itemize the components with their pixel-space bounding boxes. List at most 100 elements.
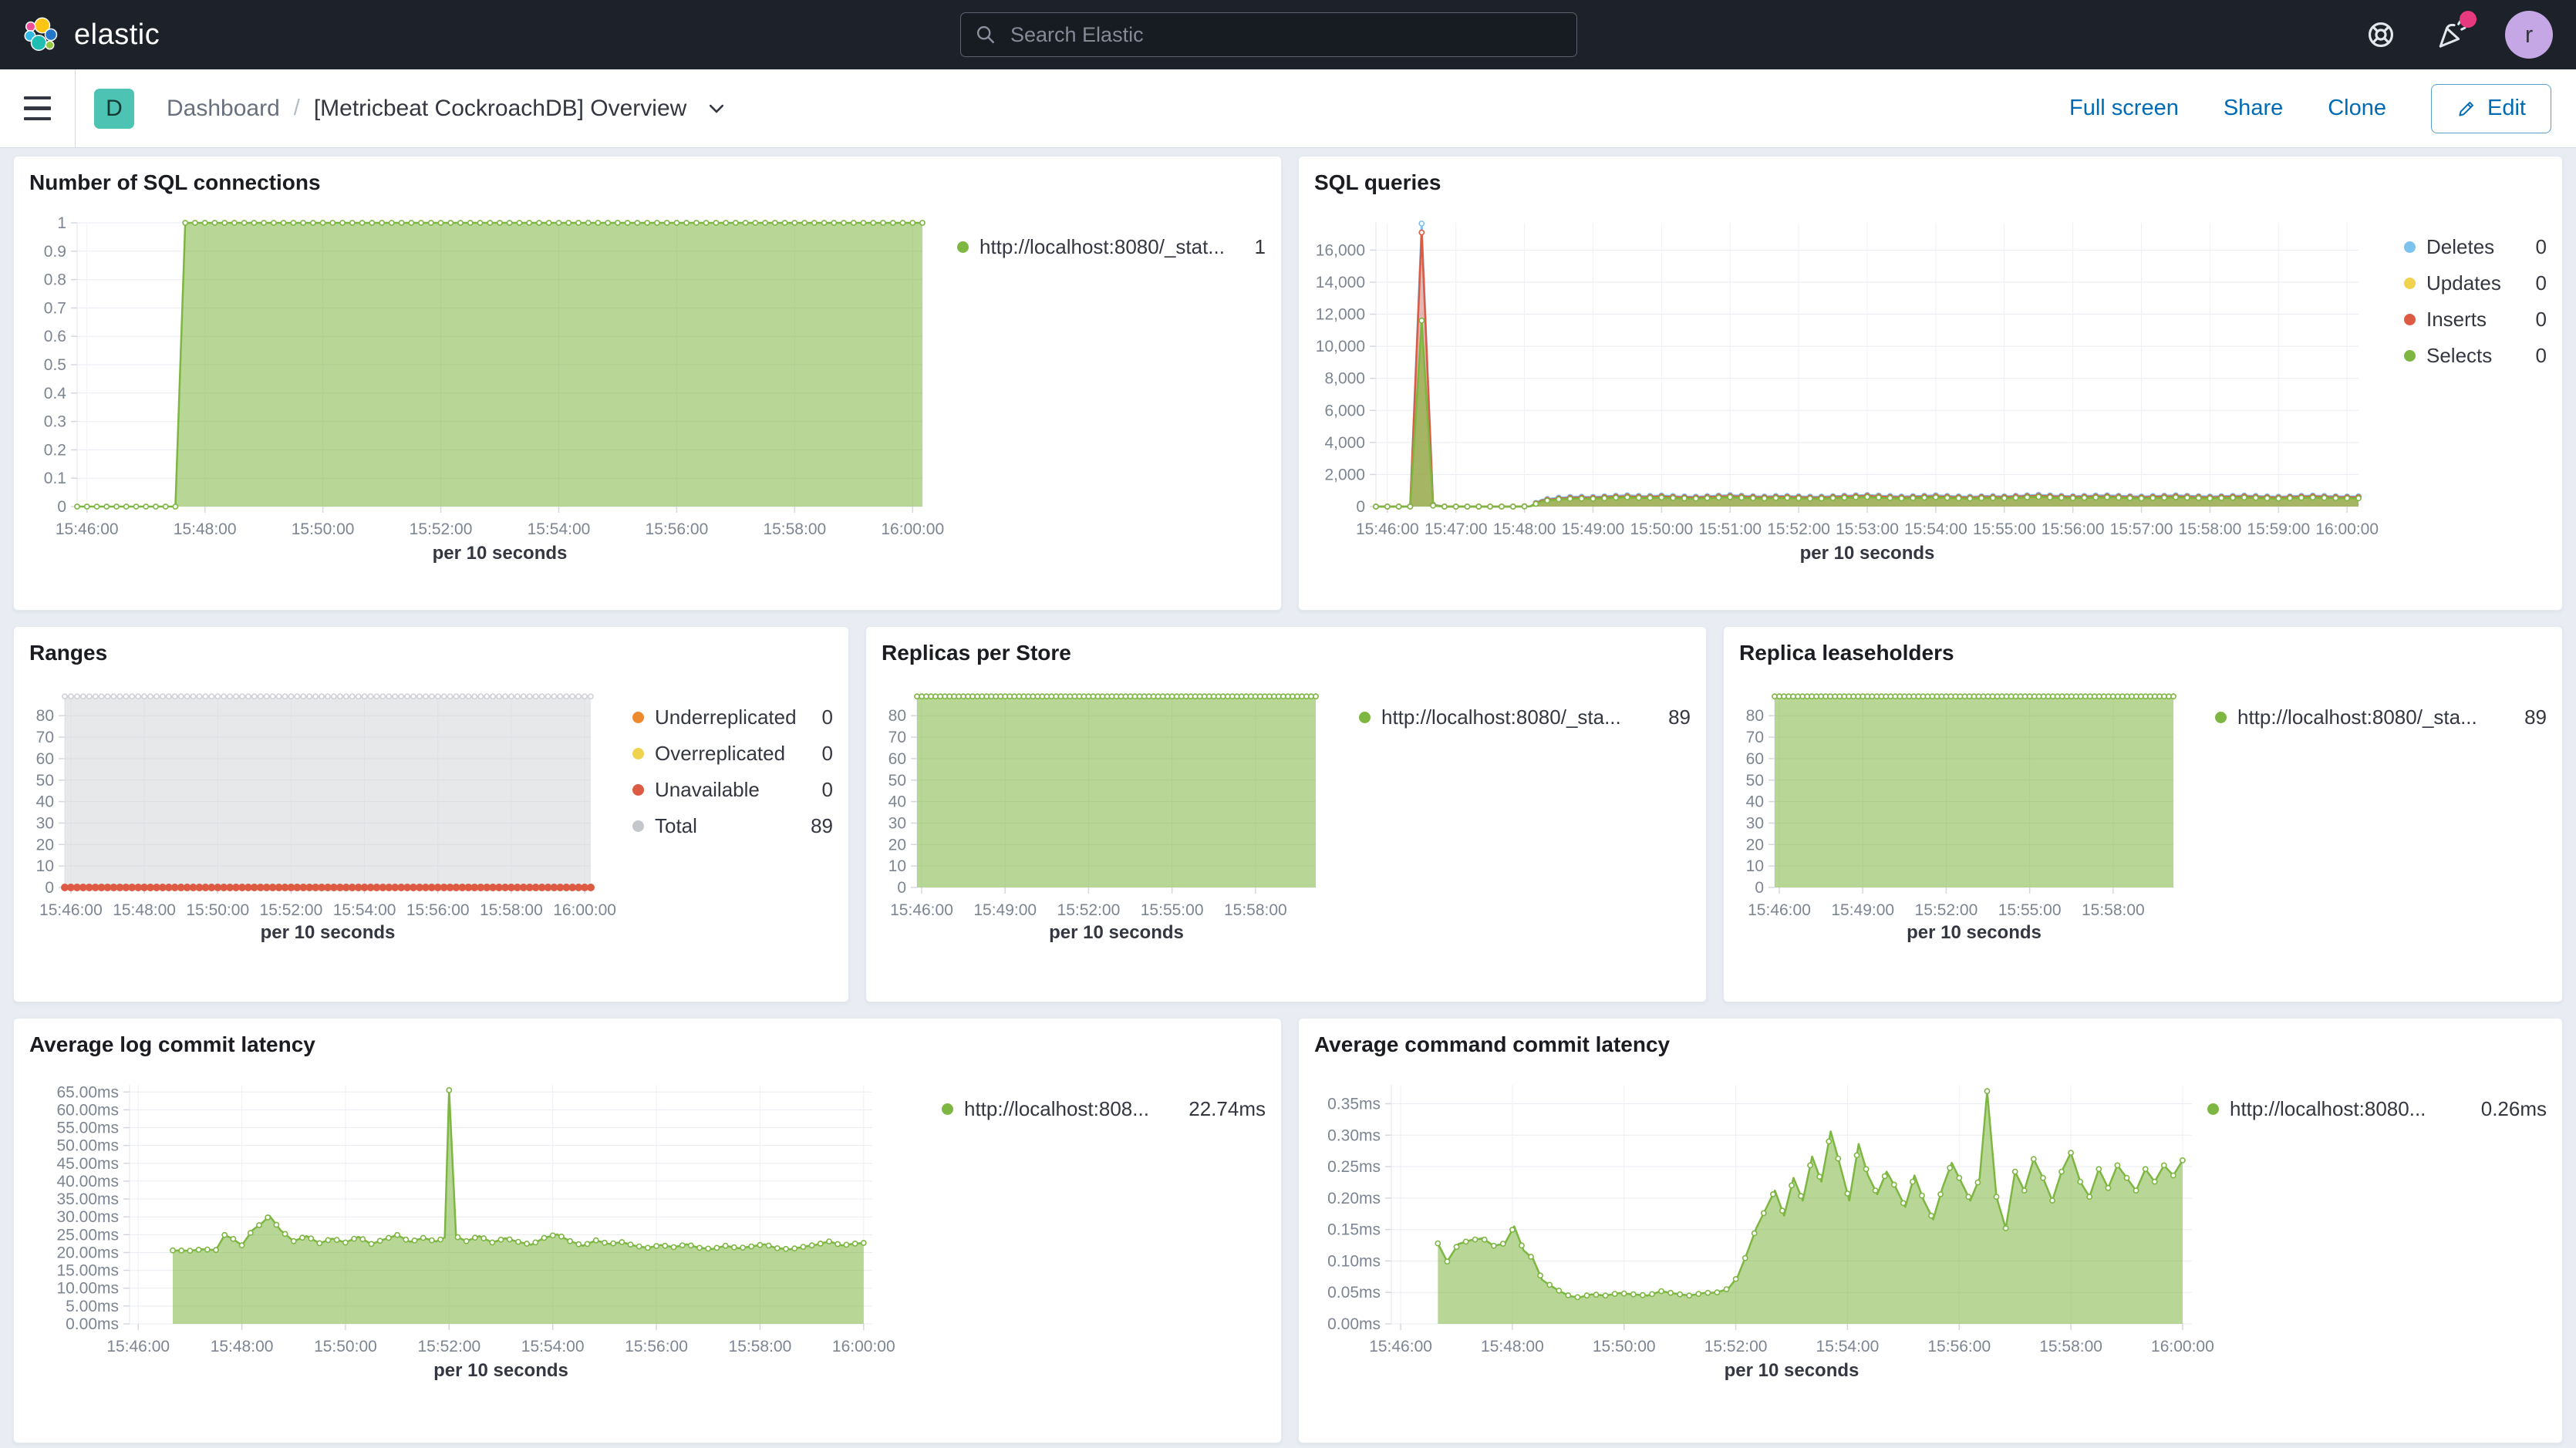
svg-text:15:58:00: 15:58:00 xyxy=(1224,901,1287,919)
legend-item[interactable]: Inserts0 xyxy=(2404,308,2547,332)
help-icon[interactable] xyxy=(2365,19,2397,51)
global-search[interactable] xyxy=(960,12,1577,57)
space-badge[interactable]: D xyxy=(94,89,134,129)
svg-text:0.35ms: 0.35ms xyxy=(1327,1096,1381,1113)
svg-text:80: 80 xyxy=(1746,708,1764,726)
newsfeed-icon[interactable] xyxy=(2434,18,2468,52)
legend-value: 0 xyxy=(2525,308,2547,332)
share-button[interactable]: Share xyxy=(2224,96,2283,121)
legend-item[interactable]: http://localhost:8080/_sta...89 xyxy=(1359,705,1691,729)
chart-replica-leaseholders[interactable]: 8070605040302010015:46:0015:49:0015:52:0… xyxy=(1739,685,2183,946)
chart-canvas[interactable]: 8070605040302010015:46:0015:48:0015:50:0… xyxy=(29,685,600,946)
svg-text:per 10 seconds: per 10 seconds xyxy=(1800,543,1935,564)
svg-text:45.00ms: 45.00ms xyxy=(56,1155,119,1173)
svg-text:0: 0 xyxy=(45,879,54,897)
legend-dot-icon xyxy=(2404,278,2416,289)
chart-avg-command-commit-latency[interactable]: 0.35ms0.30ms0.25ms0.20ms0.15ms0.10ms0.05… xyxy=(1314,1077,2201,1384)
svg-text:20: 20 xyxy=(1746,837,1764,854)
chart-ranges[interactable]: 8070605040302010015:46:0015:48:0015:50:0… xyxy=(29,685,600,946)
legend-dot-icon xyxy=(957,241,969,253)
legend-value: 0 xyxy=(811,778,833,802)
svg-text:per 10 seconds: per 10 seconds xyxy=(1725,1360,1860,1381)
svg-text:0.20ms: 0.20ms xyxy=(1327,1190,1381,1207)
svg-text:50: 50 xyxy=(888,772,906,790)
svg-text:15:52:00: 15:52:00 xyxy=(1767,520,1830,538)
chart-canvas[interactable]: 16,00014,00012,00010,0008,0006,0004,0002… xyxy=(1314,215,2368,567)
legend-item[interactable]: Underreplicated0 xyxy=(632,705,833,729)
panel-title: Average command commit latency xyxy=(1314,1031,2547,1059)
legend-dot-icon xyxy=(2404,314,2416,325)
chart-replicas-per-store[interactable]: 8070605040302010015:46:0015:49:0015:52:0… xyxy=(882,685,1325,946)
svg-text:30: 30 xyxy=(1746,815,1764,833)
legend-item[interactable]: http://localhost:808...22.74ms xyxy=(942,1097,1266,1121)
svg-text:0.05ms: 0.05ms xyxy=(1327,1285,1381,1302)
svg-text:16:00:00: 16:00:00 xyxy=(553,901,616,919)
panel-title: Ranges xyxy=(29,639,833,667)
svg-text:0: 0 xyxy=(1755,879,1764,897)
svg-text:40: 40 xyxy=(888,793,906,811)
svg-text:15:58:00: 15:58:00 xyxy=(2179,520,2242,538)
chart-avg-log-commit-latency[interactable]: 65.00ms60.00ms55.00ms50.00ms45.00ms40.00… xyxy=(29,1077,882,1384)
svg-text:15:52:00: 15:52:00 xyxy=(1704,1338,1768,1355)
legend-item[interactable]: Selects0 xyxy=(2404,344,2547,368)
legend-dot-icon xyxy=(942,1103,953,1115)
chart-canvas[interactable]: 0.35ms0.30ms0.25ms0.20ms0.15ms0.10ms0.05… xyxy=(1314,1077,2201,1384)
svg-text:0.00ms: 0.00ms xyxy=(1327,1315,1381,1333)
chart-legend: http://localhost:8080/_sta...89 xyxy=(1359,672,1691,729)
legend-dot-icon xyxy=(632,820,644,832)
svg-text:15:48:00: 15:48:00 xyxy=(211,1338,274,1355)
svg-text:15:58:00: 15:58:00 xyxy=(729,1338,792,1355)
svg-text:16,000: 16,000 xyxy=(1316,242,1365,260)
legend-value: 0 xyxy=(811,742,833,766)
chart-canvas[interactable]: 65.00ms60.00ms55.00ms50.00ms45.00ms40.00… xyxy=(29,1077,882,1384)
svg-text:50.00ms: 50.00ms xyxy=(56,1137,119,1155)
legend-label: http://localhost:8080/_sta... xyxy=(1381,705,1621,729)
user-avatar[interactable]: r xyxy=(2505,11,2553,59)
elastic-logo-icon[interactable] xyxy=(23,16,60,53)
edit-button-label: Edit xyxy=(2487,96,2526,121)
svg-text:15:49:00: 15:49:00 xyxy=(1831,901,1894,919)
chart-sql-connections[interactable]: 10.90.80.70.60.50.40.30.20.1015:46:0015:… xyxy=(29,215,932,567)
legend-item[interactable]: Deletes0 xyxy=(2404,235,2547,259)
search-icon xyxy=(975,24,996,45)
chart-legend: http://localhost:8080...0.26ms xyxy=(2207,1063,2547,1121)
svg-text:15:52:00: 15:52:00 xyxy=(1057,901,1121,919)
legend-item[interactable]: http://localhost:8080/_sta...89 xyxy=(2215,705,2547,729)
search-input[interactable] xyxy=(1009,22,1563,48)
menu-button[interactable] xyxy=(0,69,76,148)
svg-text:16:00:00: 16:00:00 xyxy=(2315,520,2379,538)
full-screen-button[interactable]: Full screen xyxy=(2069,96,2179,121)
legend-item[interactable]: Total89 xyxy=(632,814,833,838)
legend-item[interactable]: Unavailable0 xyxy=(632,778,833,802)
svg-text:5.00ms: 5.00ms xyxy=(66,1298,119,1315)
breadcrumb-dashboard[interactable]: Dashboard xyxy=(167,96,280,122)
dashboard-grid: Number of SQL connections 10.90.80.70.60… xyxy=(0,148,2576,1443)
title-menu-chevron-icon[interactable] xyxy=(706,99,727,119)
svg-text:4,000: 4,000 xyxy=(1324,434,1365,452)
svg-text:0.3: 0.3 xyxy=(44,413,66,431)
chart-sql-queries[interactable]: 16,00014,00012,00010,0008,0006,0004,0002… xyxy=(1314,215,2368,567)
chart-legend: http://localhost:8080/_sta...89 xyxy=(2215,672,2547,729)
legend-item[interactable]: Overreplicated0 xyxy=(632,742,833,766)
chart-canvas[interactable]: 10.90.80.70.60.50.40.30.20.1015:46:0015:… xyxy=(29,215,932,567)
edit-button[interactable]: Edit xyxy=(2431,84,2551,133)
clone-button[interactable]: Clone xyxy=(2328,96,2386,121)
svg-text:50: 50 xyxy=(1746,772,1764,790)
brand-text: elastic xyxy=(74,19,160,52)
header-actions: r xyxy=(2365,11,2553,59)
svg-text:15:50:00: 15:50:00 xyxy=(292,520,355,538)
svg-text:0.25ms: 0.25ms xyxy=(1327,1158,1381,1176)
svg-text:15:54:00: 15:54:00 xyxy=(1816,1338,1880,1355)
legend-item[interactable]: http://localhost:8080...0.26ms xyxy=(2207,1097,2547,1121)
svg-text:0.8: 0.8 xyxy=(44,271,66,289)
legend-item[interactable]: http://localhost:8080/_stat...1 xyxy=(957,235,1266,259)
legend-dot-icon xyxy=(1359,712,1371,723)
chart-canvas[interactable]: 8070605040302010015:46:0015:49:0015:52:0… xyxy=(1739,685,2183,946)
chart-canvas[interactable]: 8070605040302010015:46:0015:49:0015:52:0… xyxy=(882,685,1325,946)
svg-text:15:50:00: 15:50:00 xyxy=(1630,520,1693,538)
legend-item[interactable]: Updates0 xyxy=(2404,271,2547,295)
svg-text:25.00ms: 25.00ms xyxy=(56,1227,119,1244)
svg-text:10,000: 10,000 xyxy=(1316,338,1365,355)
legend-label: http://localhost:808... xyxy=(964,1097,1149,1121)
svg-text:15:52:00: 15:52:00 xyxy=(1915,901,1978,919)
